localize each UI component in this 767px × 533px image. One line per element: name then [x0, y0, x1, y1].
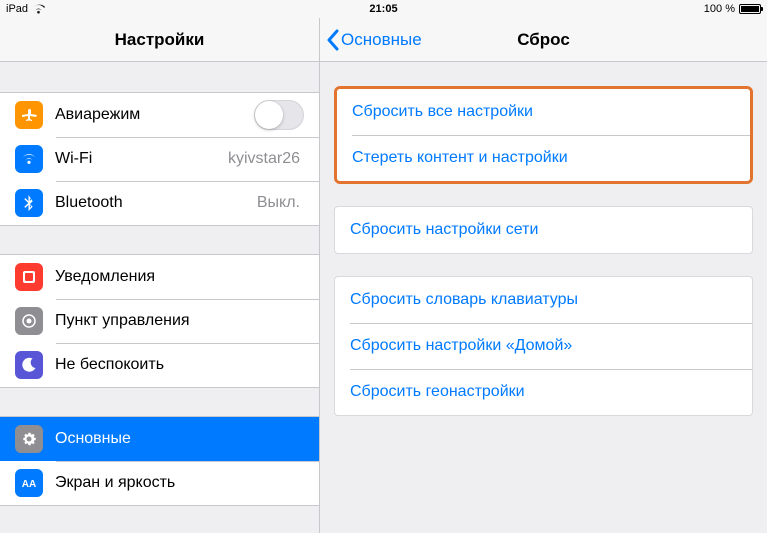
notifications-label: Уведомления	[55, 268, 155, 286]
wifi-label: Wi-Fi	[55, 150, 92, 168]
status-bar-time: 21:05	[369, 3, 397, 15]
airplane-toggle[interactable]	[254, 100, 304, 130]
reset-keyboard-row[interactable]: Сбросить словарь клавиатуры	[335, 277, 752, 323]
bluetooth-icon	[15, 189, 43, 217]
airplane-row[interactable]: Авиарежим	[0, 93, 319, 137]
master-section-alerts: Уведомления Пункт управления Не беспокои…	[0, 254, 319, 388]
wifi-row[interactable]: Wi-Fi kyivstar26	[0, 137, 319, 181]
svg-text:AA: AA	[22, 479, 36, 490]
detail-group-2: Сбросить настройки сети	[334, 206, 753, 254]
device-label: iPad	[6, 3, 28, 15]
reset-home-row[interactable]: Сбросить настройки «Домой»	[335, 323, 752, 369]
detail-group-3: Сбросить словарь клавиатуры Сбросить нас…	[334, 276, 753, 416]
dnd-icon	[15, 351, 43, 379]
notifications-row[interactable]: Уведомления	[0, 255, 319, 299]
control-center-label: Пункт управления	[55, 312, 190, 330]
master-section-general: Основные AA Экран и яркость	[0, 416, 319, 506]
battery-icon	[739, 4, 761, 14]
display-icon: AA	[15, 469, 43, 497]
wifi-settings-icon	[15, 145, 43, 173]
wifi-value: kyivstar26	[228, 150, 304, 168]
notifications-icon	[15, 263, 43, 291]
detail-title: Сброс	[517, 30, 570, 50]
display-label: Экран и яркость	[55, 474, 175, 492]
detail-navbar: Основные Сброс	[320, 18, 767, 62]
general-label: Основные	[55, 430, 131, 448]
status-bar-right: 100 %	[704, 3, 761, 15]
erase-all-content-label: Стереть контент и настройки	[352, 149, 568, 167]
master-title: Настройки	[115, 30, 205, 50]
master-section-connectivity: Авиарежим Wi-Fi kyivstar26	[0, 92, 319, 226]
dnd-row[interactable]: Не беспокоить	[0, 343, 319, 387]
erase-all-content-row[interactable]: Стереть контент и настройки	[337, 135, 750, 181]
battery-text: 100 %	[704, 3, 735, 15]
status-bar: iPad 21:05 100 %	[0, 0, 767, 18]
airplane-label: Авиарежим	[55, 106, 140, 124]
bluetooth-value: Выкл.	[257, 194, 304, 212]
reset-network-label: Сбросить настройки сети	[350, 221, 538, 239]
back-button[interactable]: Основные	[320, 29, 422, 51]
dnd-label: Не беспокоить	[55, 356, 164, 374]
reset-home-label: Сбросить настройки «Домой»	[350, 337, 572, 355]
reset-location-row[interactable]: Сбросить геонастройки	[335, 369, 752, 415]
reset-all-settings-label: Сбросить все настройки	[352, 103, 533, 121]
master-pane: Настройки Авиарежим Wi-F	[0, 18, 320, 533]
control-center-row[interactable]: Пункт управления	[0, 299, 319, 343]
airplane-icon	[15, 101, 43, 129]
wifi-icon	[32, 4, 45, 14]
back-label: Основные	[341, 30, 422, 50]
detail-pane: Основные Сброс Сбросить все настройки Ст…	[320, 18, 767, 533]
bluetooth-label: Bluetooth	[55, 194, 123, 212]
master-navbar: Настройки	[0, 18, 319, 62]
display-row[interactable]: AA Экран и яркость	[0, 461, 319, 505]
split-view: Настройки Авиарежим Wi-F	[0, 18, 767, 533]
detail-group-1: Сбросить все настройки Стереть контент и…	[334, 86, 753, 184]
reset-all-settings-row[interactable]: Сбросить все настройки	[337, 89, 750, 135]
reset-keyboard-label: Сбросить словарь клавиатуры	[350, 291, 578, 309]
general-row[interactable]: Основные	[0, 417, 319, 461]
screen: iPad 21:05 100 % Настройки	[0, 0, 767, 533]
reset-network-row[interactable]: Сбросить настройки сети	[335, 207, 752, 253]
control-center-icon	[15, 307, 43, 335]
status-bar-left: iPad	[6, 3, 45, 15]
bluetooth-row[interactable]: Bluetooth Выкл.	[0, 181, 319, 225]
chevron-left-icon	[326, 29, 339, 51]
gear-icon	[15, 425, 43, 453]
reset-location-label: Сбросить геонастройки	[350, 383, 525, 401]
